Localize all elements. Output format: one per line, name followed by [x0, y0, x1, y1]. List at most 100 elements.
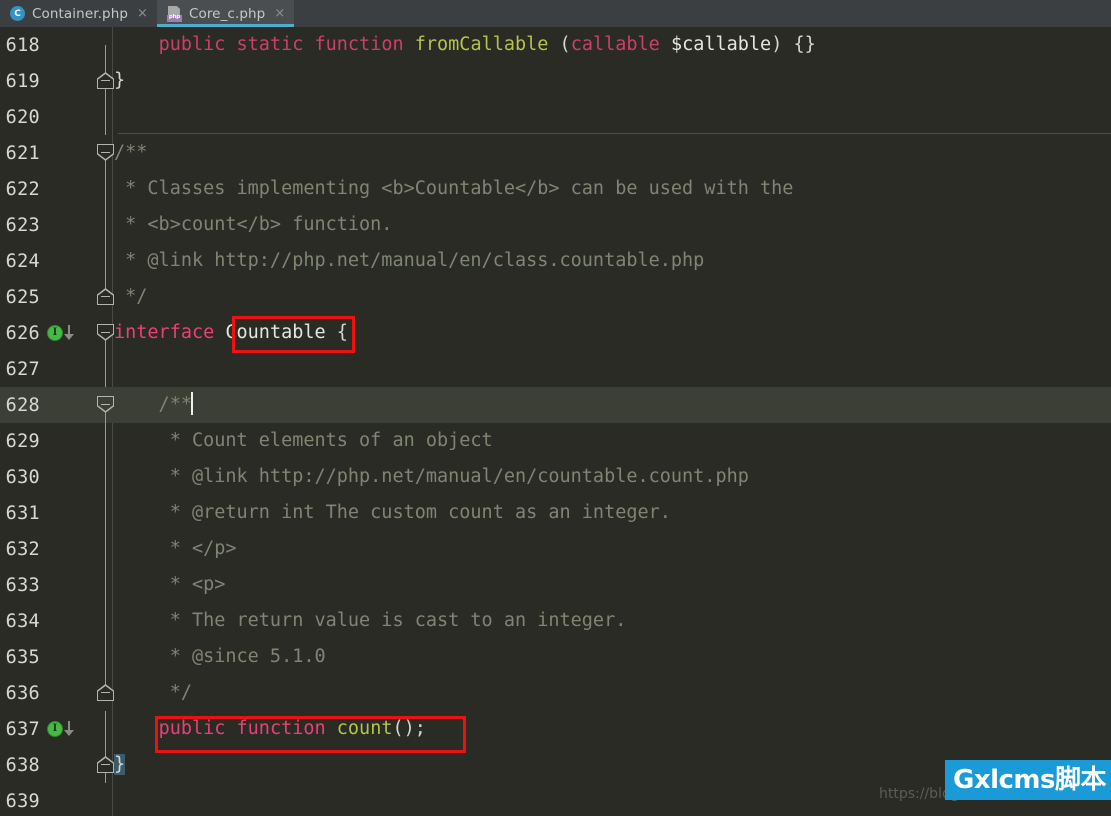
fold-start-icon[interactable] — [97, 144, 114, 161]
fold-end-icon[interactable] — [97, 288, 114, 305]
watermark-badge-text: Gxlcms脚本 — [953, 765, 1107, 795]
editor-line-630[interactable]: 630 * @link http://php.net/manual/en/cou… — [0, 459, 1111, 495]
line-number: 620 — [5, 106, 40, 128]
fold-column[interactable] — [88, 99, 114, 135]
editor-line-629[interactable]: 629 * Count elements of an object — [0, 423, 1111, 459]
gutter-markers[interactable] — [44, 531, 88, 567]
fold-column[interactable] — [88, 711, 114, 747]
fold-column[interactable] — [88, 351, 114, 387]
editor-line-636[interactable]: 636 */ — [0, 675, 1111, 711]
gutter-markers[interactable] — [44, 99, 88, 135]
fold-end-icon[interactable] — [97, 684, 114, 701]
fold-column[interactable] — [88, 315, 114, 351]
line-number: 638 — [5, 754, 40, 776]
fold-column[interactable] — [88, 531, 114, 567]
code-text: public static function fromCallable (cal… — [158, 34, 816, 55]
gutter-markers[interactable] — [44, 351, 88, 387]
fold-start-icon[interactable] — [97, 396, 114, 413]
fold-column[interactable] — [88, 243, 114, 279]
code-text: * Count elements of an object — [114, 430, 493, 451]
fold-column[interactable] — [88, 279, 114, 315]
line-number: 639 — [5, 790, 40, 812]
arrow-down-icon — [63, 324, 75, 341]
gutter-markers[interactable] — [44, 423, 88, 459]
fold-end-icon[interactable] — [97, 72, 114, 89]
editor-line-618[interactable]: 618 public static function fromCallable … — [0, 27, 1111, 63]
code-text: /** — [114, 392, 193, 415]
fold-column[interactable] — [88, 387, 114, 423]
gutter-markers[interactable]: I — [44, 315, 88, 351]
gutter-markers[interactable] — [44, 243, 88, 279]
editor-line-619[interactable]: 619 } — [0, 63, 1111, 99]
code-text: * </p> — [114, 538, 237, 559]
editor-line-625[interactable]: 625 */ — [0, 279, 1111, 315]
line-number: 630 — [5, 466, 40, 488]
fold-column[interactable] — [88, 567, 114, 603]
code-text: public function count(); — [158, 718, 426, 739]
gutter-markers[interactable] — [44, 567, 88, 603]
editor-line-634[interactable]: 634 * The return value is cast to an int… — [0, 603, 1111, 639]
fold-column[interactable] — [88, 783, 114, 816]
gutter-markers[interactable] — [44, 135, 88, 171]
tab-container-php[interactable]: C Container.php × — [0, 0, 157, 27]
editor-line-632[interactable]: 632 * </p> — [0, 531, 1111, 567]
gutter-markers[interactable] — [44, 207, 88, 243]
gutter-markers[interactable] — [44, 675, 88, 711]
fold-column[interactable] — [88, 639, 114, 675]
fold-column[interactable] — [88, 135, 114, 171]
editor-line-624[interactable]: 624 * @link http://php.net/manual/en/cla… — [0, 243, 1111, 279]
line-number: 636 — [5, 682, 40, 704]
arrow-down-icon — [63, 720, 75, 737]
gutter-markers[interactable] — [44, 171, 88, 207]
text-caret — [190, 392, 193, 415]
gutter-markers[interactable] — [44, 747, 88, 783]
editor-line-627[interactable]: 627 — [0, 351, 1111, 387]
gutter-markers[interactable] — [44, 279, 88, 315]
editor-line-623[interactable]: 623 * <b>count</b> function. — [0, 207, 1111, 243]
gutter-markers[interactable] — [44, 495, 88, 531]
editor-line-622[interactable]: 622 * Classes implementing <b>Countable<… — [0, 171, 1111, 207]
fold-start-icon[interactable] — [97, 324, 114, 341]
line-number: 632 — [5, 538, 40, 560]
gutter-markers[interactable] — [44, 27, 88, 63]
gutter-markers[interactable]: I — [44, 711, 88, 747]
editor-line-635[interactable]: 635 * @since 5.1.0 — [0, 639, 1111, 675]
gutter-markers[interactable] — [44, 639, 88, 675]
editor-line-620[interactable]: 620 — [0, 99, 1111, 135]
gutter-markers[interactable] — [44, 387, 88, 423]
implementation-marker-glyph: I — [47, 720, 63, 737]
editor-line-628[interactable]: 628 /** — [0, 387, 1111, 423]
editor-line-626[interactable]: 626 I interface Countable { — [0, 315, 1111, 351]
code-editor-pane[interactable]: 618 public static function fromCallable … — [0, 27, 1111, 816]
line-number: 624 — [5, 250, 40, 272]
gutter-markers[interactable] — [44, 459, 88, 495]
fold-column[interactable] — [88, 27, 114, 63]
fold-column[interactable] — [88, 603, 114, 639]
gutter-markers[interactable] — [44, 63, 88, 99]
fold-column[interactable] — [88, 747, 114, 783]
close-icon[interactable]: × — [274, 7, 285, 20]
code-text: } — [114, 70, 126, 91]
line-number: 633 — [5, 574, 40, 596]
implemented-by-icon[interactable]: I — [47, 324, 75, 341]
gutter-markers[interactable] — [44, 783, 88, 816]
fold-end-icon[interactable] — [97, 756, 114, 773]
fold-column[interactable] — [88, 495, 114, 531]
implemented-by-icon[interactable]: I — [47, 720, 75, 737]
fold-column[interactable] — [88, 207, 114, 243]
fold-column[interactable] — [88, 675, 114, 711]
fold-column[interactable] — [88, 63, 114, 99]
line-number: 628 — [5, 394, 40, 416]
code-text: * The return value is cast to an integer… — [114, 610, 627, 631]
editor-line-637[interactable]: 637 I public function count(); — [0, 711, 1111, 747]
editor-line-621[interactable]: 621 /** — [0, 135, 1111, 171]
fold-column[interactable] — [88, 171, 114, 207]
editor-line-633[interactable]: 633 * <p> — [0, 567, 1111, 603]
editor-line-631[interactable]: 631 * @return int The custom count as an… — [0, 495, 1111, 531]
fold-column[interactable] — [88, 423, 114, 459]
watermark-badge: Gxlcms脚本 — [945, 760, 1111, 800]
close-icon[interactable]: × — [137, 7, 148, 20]
gutter-markers[interactable] — [44, 603, 88, 639]
fold-column[interactable] — [88, 459, 114, 495]
tab-core-c-php[interactable]: php Core_c.php × — [156, 0, 295, 27]
